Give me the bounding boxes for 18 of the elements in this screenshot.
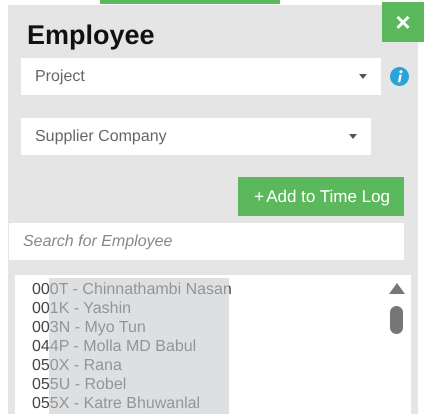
- employee-item[interactable]: 055U - Robel: [32, 375, 411, 394]
- scroll-thumb[interactable]: [390, 306, 403, 334]
- employee-item[interactable]: 003N - Myo Tun: [32, 318, 411, 337]
- employee-item[interactable]: 000T - Chinnathambi Nasan: [32, 280, 411, 299]
- dialog-title: Employee: [27, 19, 155, 51]
- dropdown-select[interactable]: Supplier Company: [21, 118, 371, 155]
- close-button[interactable]: ×: [382, 2, 424, 42]
- employee-item[interactable]: 044P - Molla MD Babul: [32, 337, 411, 356]
- employee-item[interactable]: 055X - Katre Bhuwanlal: [32, 394, 411, 413]
- employee-item[interactable]: 001K - Yashin: [32, 299, 411, 318]
- caret-icon: [349, 134, 357, 139]
- search-field[interactable]: Search for Employee: [9, 223, 404, 260]
- dropdown-select[interactable]: Project: [21, 58, 381, 95]
- caret-icon: [359, 74, 367, 79]
- info-icon[interactable]: [390, 67, 409, 86]
- add-to-time-log-button[interactable]: +Add to Time Log: [238, 177, 404, 216]
- scroll-up-icon[interactable]: [389, 283, 405, 294]
- employee-item[interactable]: 050X - Rana: [32, 356, 411, 375]
